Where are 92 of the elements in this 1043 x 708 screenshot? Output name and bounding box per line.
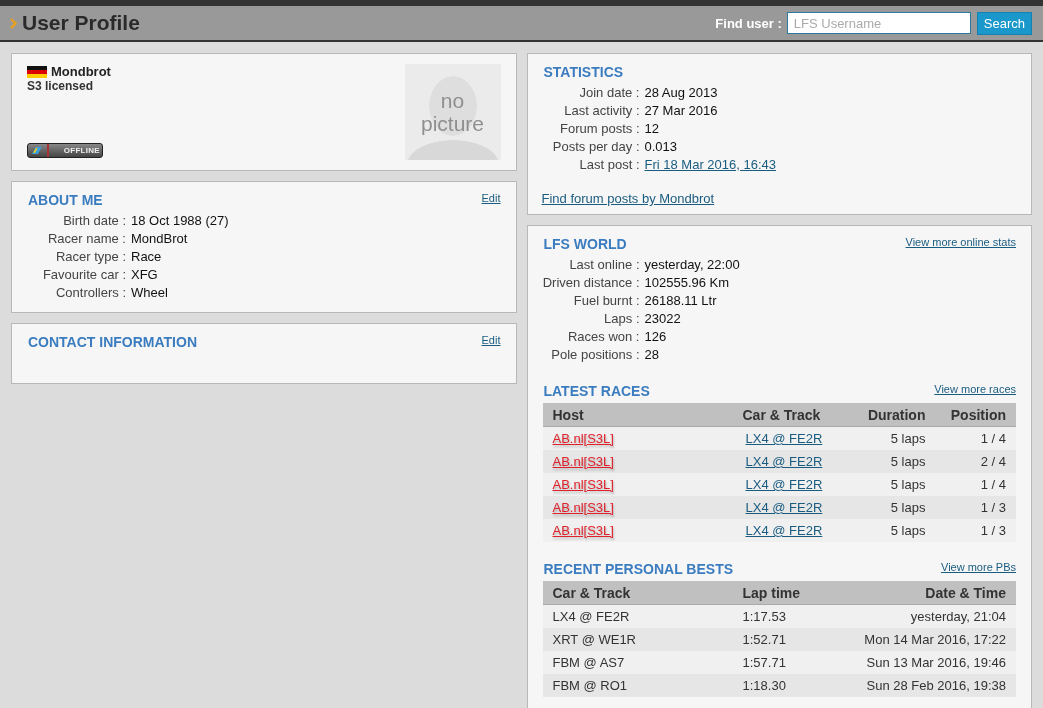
column-header: Car & Track bbox=[732, 403, 853, 427]
field-value: MondBrot bbox=[131, 230, 188, 248]
field-label: Last online : bbox=[569, 256, 640, 274]
field-link[interactable]: Fri 18 Mar 2016, 16:43 bbox=[644, 156, 777, 174]
field-label: Last activity : bbox=[564, 102, 640, 120]
table-cell: 1:52.71 bbox=[732, 628, 825, 651]
table-cell: FBM @ AS7 bbox=[542, 651, 733, 674]
section-title: RECENT PERSONAL BESTS bbox=[543, 561, 734, 577]
column-header: Host bbox=[542, 403, 733, 427]
field-value: 23022 bbox=[644, 310, 681, 328]
edit-link[interactable]: Edit bbox=[481, 334, 501, 346]
table-cell: 5 laps bbox=[852, 519, 936, 542]
table-cell: 5 laps bbox=[852, 450, 936, 473]
user-name: Mondbrot bbox=[51, 64, 111, 79]
host-link[interactable]: AB.nl[S3L] bbox=[552, 500, 614, 515]
field-label: Favourite car : bbox=[42, 266, 126, 284]
field-value: 12 bbox=[644, 120, 659, 138]
field-value: 0.013 bbox=[644, 138, 678, 156]
column-header: Position bbox=[935, 403, 1016, 427]
more-pbs-link[interactable]: View more PBs bbox=[941, 561, 1016, 573]
field-label: Fuel burnt : bbox=[573, 292, 640, 310]
table-cell: Sun 28 Feb 2016, 19:38 bbox=[824, 674, 1016, 697]
field-value: 26188.11 Ltr bbox=[644, 292, 717, 310]
no-picture-text: no picture bbox=[420, 88, 485, 136]
flag-icon bbox=[27, 65, 47, 78]
host-link[interactable]: AB.nl[S3L] bbox=[552, 477, 614, 492]
field-label: Laps : bbox=[604, 310, 640, 328]
column-header: Duration bbox=[852, 403, 936, 427]
host-link[interactable]: AB.nl[S3L] bbox=[552, 523, 614, 538]
field-label: Last post : bbox=[579, 156, 640, 174]
field-label: Races won : bbox=[567, 328, 640, 346]
table-cell: 5 laps bbox=[852, 426, 936, 450]
section-title: LFS WORLD bbox=[543, 236, 627, 252]
field-label: Posts per day : bbox=[552, 138, 640, 156]
field-value: 28 Aug 2013 bbox=[644, 84, 718, 102]
host-link[interactable]: AB.nl[S3L] bbox=[552, 431, 614, 446]
find-user-label: Find user : bbox=[715, 15, 782, 31]
status-badge: OFFLINE bbox=[27, 143, 103, 158]
table-cell: 5 laps bbox=[852, 496, 936, 519]
column-header: Lap time bbox=[732, 581, 825, 605]
section-title: STATISTICS bbox=[543, 64, 624, 80]
table-cell: 1 / 4 bbox=[935, 473, 1016, 496]
table-cell: 2 / 4 bbox=[935, 450, 1016, 473]
field-value: yesterday, 22:00 bbox=[644, 256, 740, 274]
more-stats-link[interactable]: View more online stats bbox=[905, 236, 1016, 248]
column-header: Date & Time bbox=[824, 581, 1016, 605]
table-cell: 1 / 3 bbox=[935, 496, 1016, 519]
car-track-link[interactable]: LX4 @ FE2R bbox=[742, 454, 823, 469]
table-cell: LX4 @ FE2R bbox=[542, 604, 733, 628]
field-label: Racer name : bbox=[47, 230, 126, 248]
column-header: Car & Track bbox=[542, 581, 733, 605]
field-label: Birth date : bbox=[63, 212, 126, 230]
field-value: 18 Oct 1988 (27) bbox=[131, 212, 229, 230]
table-cell: FBM @ RO1 bbox=[542, 674, 733, 697]
table-cell: XRT @ WE1R bbox=[542, 628, 733, 651]
table-cell: 5 laps bbox=[852, 473, 936, 496]
field-label: Driven distance : bbox=[542, 274, 640, 292]
page-title: User Profile bbox=[22, 11, 140, 35]
car-track-link[interactable]: LX4 @ FE2R bbox=[742, 500, 823, 515]
edit-link[interactable]: Edit bbox=[481, 192, 501, 204]
table-cell: Mon 14 Mar 2016, 17:22 bbox=[824, 628, 1016, 651]
table-cell: 1:18.30 bbox=[732, 674, 825, 697]
field-label: Join date : bbox=[579, 84, 640, 102]
field-value: 27 Mar 2016 bbox=[644, 102, 718, 120]
section-title: CONTACT INFORMATION bbox=[28, 334, 197, 350]
field-label: Racer type : bbox=[55, 248, 126, 266]
table-cell: Sun 13 Mar 2016, 19:46 bbox=[824, 651, 1016, 674]
table-cell: 1:57.71 bbox=[732, 651, 825, 674]
chevron-icon bbox=[10, 17, 17, 29]
car-track-link[interactable]: LX4 @ FE2R bbox=[742, 477, 823, 492]
car-track-link[interactable]: LX4 @ FE2R bbox=[742, 431, 823, 446]
field-value: 102555.96 Km bbox=[644, 274, 730, 292]
table-cell: yesterday, 21:04 bbox=[824, 604, 1016, 628]
field-label: Forum posts : bbox=[560, 120, 640, 138]
field-value: XFG bbox=[131, 266, 158, 284]
section-title: ABOUT ME bbox=[28, 192, 103, 208]
forum-posts-link[interactable]: Find forum posts by Mondbrot bbox=[541, 191, 715, 206]
more-races-link[interactable]: View more races bbox=[934, 383, 1016, 395]
field-label: Controllers : bbox=[55, 284, 126, 302]
section-title: LATEST RACES bbox=[543, 383, 650, 399]
table-cell: 1:17.53 bbox=[732, 604, 825, 628]
field-value: 126 bbox=[644, 328, 667, 346]
field-value: Wheel bbox=[131, 284, 168, 302]
field-value: Race bbox=[131, 248, 162, 266]
field-label: Pole positions : bbox=[551, 346, 640, 364]
license-text: S3 licensed bbox=[27, 79, 95, 93]
host-link[interactable]: AB.nl[S3L] bbox=[552, 454, 614, 469]
table-cell: 1 / 4 bbox=[935, 426, 1016, 450]
field-value: 28 bbox=[644, 346, 659, 364]
car-track-link[interactable]: LX4 @ FE2R bbox=[742, 523, 823, 538]
table-cell: 1 / 3 bbox=[935, 519, 1016, 542]
username-search-field[interactable]: LFS Username bbox=[786, 12, 971, 34]
